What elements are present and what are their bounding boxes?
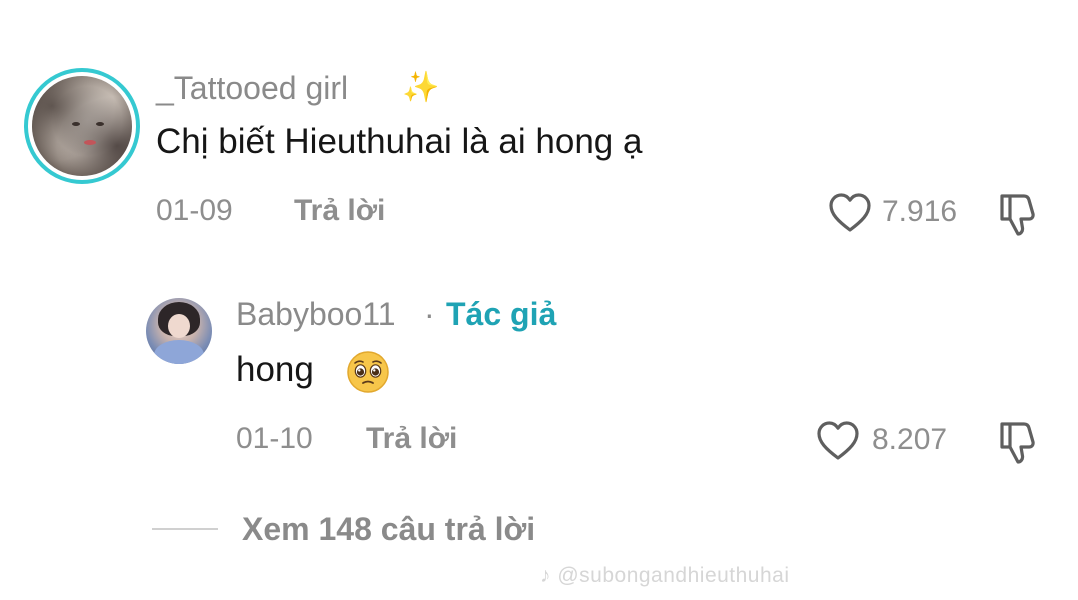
view-replies-button[interactable]: Xem 148 câu trả lời xyxy=(242,511,535,548)
sparkle-icon: ✨ xyxy=(402,71,440,104)
author-badge: Tác giả xyxy=(446,296,557,332)
avatar-babyboo11[interactable] xyxy=(146,298,212,364)
comment-date: 01-09 xyxy=(156,194,233,227)
comment-text: hong xyxy=(236,350,314,389)
watermark: ♪ @subongandhieuthuhai xyxy=(540,564,790,588)
thumbs-down-outline-icon[interactable] xyxy=(994,418,1038,466)
reply-button[interactable]: Trả lời xyxy=(294,194,385,228)
like-count: 8.207 xyxy=(872,423,948,456)
comment-text: Chị biết Hieuthuhai là ai hong ạ xyxy=(156,122,643,161)
watermark-text: @subongandhieuthuhai xyxy=(557,564,790,587)
reply-button[interactable]: Trả lời xyxy=(366,422,457,456)
avatar-tattooed-girl[interactable] xyxy=(24,68,140,184)
heart-outline-icon[interactable] xyxy=(816,420,860,462)
like-count: 7.916 xyxy=(882,195,958,228)
comment-username[interactable]: _Tattooed girl xyxy=(156,70,348,107)
tiktok-icon: ♪ xyxy=(540,564,551,587)
comment-date: 01-10 xyxy=(236,422,313,455)
separator-dot: · xyxy=(424,296,435,332)
pleading-face-emoji xyxy=(347,351,389,393)
avatar-image xyxy=(32,76,132,176)
thumbs-down-outline-icon[interactable] xyxy=(994,190,1038,238)
comment-username[interactable]: Babyboo11 xyxy=(236,296,396,333)
heart-outline-icon[interactable] xyxy=(828,192,872,234)
replies-divider xyxy=(152,528,218,530)
